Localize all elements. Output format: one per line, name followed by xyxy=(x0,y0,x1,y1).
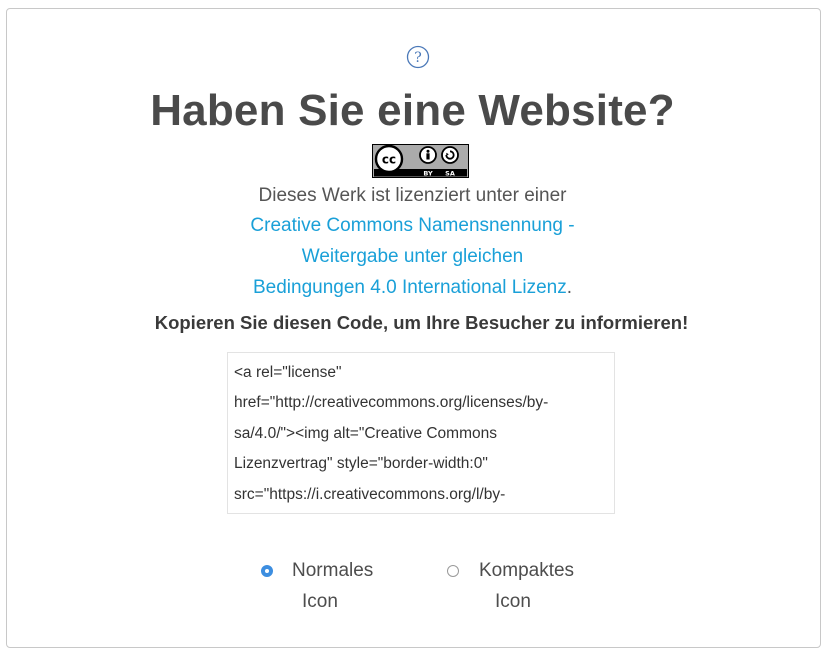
code-line: href="http://creativecommons.org/license… xyxy=(234,394,549,411)
license-intro-text: Dieses Werk ist lizenziert unter einer xyxy=(258,185,567,206)
svg-text:?: ? xyxy=(414,50,422,66)
license-link-line-1[interactable]: Creative Commons Namensnennung - xyxy=(0,211,825,241)
normal-icon-label-2: Icon xyxy=(302,591,338,612)
question-circle-icon[interactable]: ? xyxy=(406,45,430,69)
compact-icon-option[interactable]: Kompaktes Icon xyxy=(444,556,604,616)
cc-by-sa-badge-icon: cc BY SA xyxy=(372,144,469,178)
copy-instruction: Kopieren Sie diesen Code, um Ihre Besuch… xyxy=(154,312,689,333)
normal-icon-label-1: Normales xyxy=(292,560,374,581)
license-link-line-2[interactable]: Weitergabe unter gleichen xyxy=(0,242,825,272)
normal-icon-option[interactable]: Normales Icon xyxy=(258,556,408,616)
cc-badge-text: cc xyxy=(382,153,396,167)
code-line: src="https://i.creativecommons.org/l/by- xyxy=(234,486,506,503)
code-line: sa/4.0/"><img alt="Creative Commons xyxy=(234,425,497,442)
license-link-text[interactable]: Bedingungen 4.0 International Lizenz xyxy=(253,277,567,298)
license-period: . xyxy=(566,277,573,298)
radio-unselected-icon[interactable] xyxy=(447,565,459,577)
embed-code-textarea[interactable]: <a rel="license" href="http://creativeco… xyxy=(227,352,615,514)
code-line: <a rel="license" xyxy=(234,364,342,381)
sa-label: SA xyxy=(445,169,455,177)
code-line: Lizenzvertrag" style="border-width:0" xyxy=(234,455,488,472)
license-link-line-3[interactable]: Bedingungen 4.0 International Lizenz. xyxy=(0,273,825,303)
by-label: BY xyxy=(423,169,433,177)
radio-selected-icon[interactable] xyxy=(261,565,273,577)
compact-icon-label-2: Icon xyxy=(495,591,531,612)
compact-icon-label-1: Kompaktes xyxy=(479,560,575,581)
page-title: Haben Sie eine Website? xyxy=(150,86,675,135)
